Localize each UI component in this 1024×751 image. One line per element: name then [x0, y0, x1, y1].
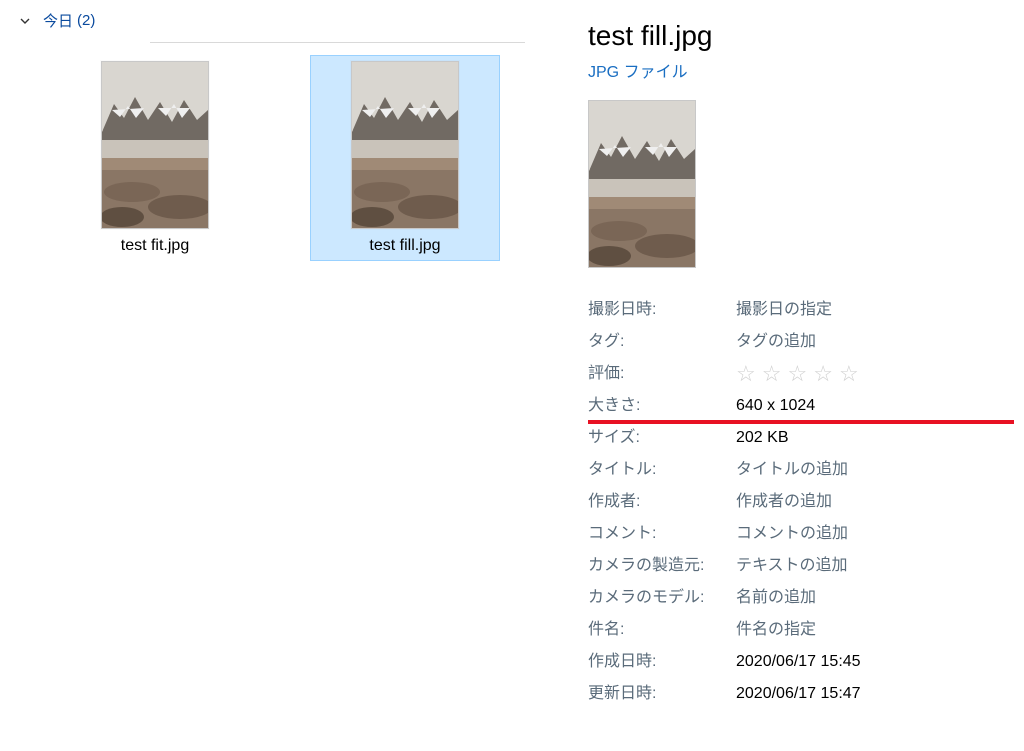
property-label: 評価:	[588, 358, 736, 390]
property-value: 2020/06/17 15:47	[736, 678, 1004, 710]
property-row: タグ:タグの追加	[588, 326, 1004, 358]
property-row: 大きさ:640 x 1024	[588, 390, 1004, 422]
property-value: ☆☆☆☆☆	[736, 358, 1004, 390]
file-thumbnail	[101, 61, 209, 229]
details-properties: 撮影日時:撮影日の指定タグ:タグの追加評価:☆☆☆☆☆大きさ:640 x 102…	[588, 294, 1004, 710]
property-label: 撮影日時:	[588, 294, 736, 326]
property-row: タイトル:タイトルの追加	[588, 454, 1004, 486]
details-subtitle: JPG ファイル	[588, 58, 1004, 82]
property-label: 大きさ:	[588, 390, 736, 422]
property-label: カメラの製造元:	[588, 550, 736, 582]
property-row: 評価:☆☆☆☆☆	[588, 358, 1004, 390]
property-value: 640 x 1024	[736, 390, 1004, 422]
property-row: 作成日時:2020/06/17 15:45	[588, 646, 1004, 678]
property-value[interactable]: 撮影日の指定	[736, 294, 1004, 326]
property-value[interactable]: タグの追加	[736, 326, 1004, 358]
property-label: 件名:	[588, 614, 736, 646]
star-icon[interactable]: ☆	[787, 358, 807, 390]
property-label: タイトル:	[588, 454, 736, 486]
property-label: 作成者:	[588, 486, 736, 518]
file-item[interactable]: test fit.jpg	[60, 55, 250, 261]
file-label: test fill.jpg	[316, 237, 494, 255]
file-item[interactable]: test fill.jpg	[310, 55, 500, 261]
property-row: サイズ:202 KB	[588, 422, 1004, 454]
property-row: 作成者:作成者の追加	[588, 486, 1004, 518]
property-value[interactable]: テキストの追加	[736, 550, 1004, 582]
property-label: サイズ:	[588, 422, 736, 454]
group-count: (2)	[77, 12, 95, 29]
chevron-down-icon	[15, 15, 35, 27]
property-label: コメント:	[588, 518, 736, 550]
property-value[interactable]: 名前の追加	[736, 582, 1004, 614]
property-label: タグ:	[588, 326, 736, 358]
property-value[interactable]: 件名の指定	[736, 614, 1004, 646]
file-thumbnail	[351, 61, 459, 229]
property-row: カメラのモデル:名前の追加	[588, 582, 1004, 614]
property-label: カメラのモデル:	[588, 582, 736, 614]
property-label: 更新日時:	[588, 678, 736, 710]
property-value: 202 KB	[736, 422, 1004, 454]
star-icon[interactable]: ☆	[736, 358, 756, 390]
details-title: test fill.jpg	[588, 20, 1004, 52]
group-separator	[150, 42, 525, 43]
property-value[interactable]: 作成者の追加	[736, 486, 1004, 518]
group-header-today[interactable]: 今日 (2)	[15, 10, 558, 31]
file-label: test fit.jpg	[66, 237, 244, 255]
property-value[interactable]: コメントの追加	[736, 518, 1004, 550]
property-row: 件名:件名の指定	[588, 614, 1004, 646]
details-preview-image	[588, 100, 696, 268]
property-row: カメラの製造元:テキストの追加	[588, 550, 1004, 582]
property-row: 撮影日時:撮影日の指定	[588, 294, 1004, 326]
star-icon[interactable]: ☆	[839, 358, 859, 390]
group-label: 今日	[43, 10, 73, 31]
property-value: 2020/06/17 15:45	[736, 646, 1004, 678]
star-icon[interactable]: ☆	[813, 358, 833, 390]
property-row: コメント:コメントの追加	[588, 518, 1004, 550]
property-label: 作成日時:	[588, 646, 736, 678]
property-row: 更新日時:2020/06/17 15:47	[588, 678, 1004, 710]
star-icon[interactable]: ☆	[762, 358, 782, 390]
rating-stars[interactable]: ☆☆☆☆☆	[736, 358, 1004, 390]
property-value[interactable]: タイトルの追加	[736, 454, 1004, 486]
